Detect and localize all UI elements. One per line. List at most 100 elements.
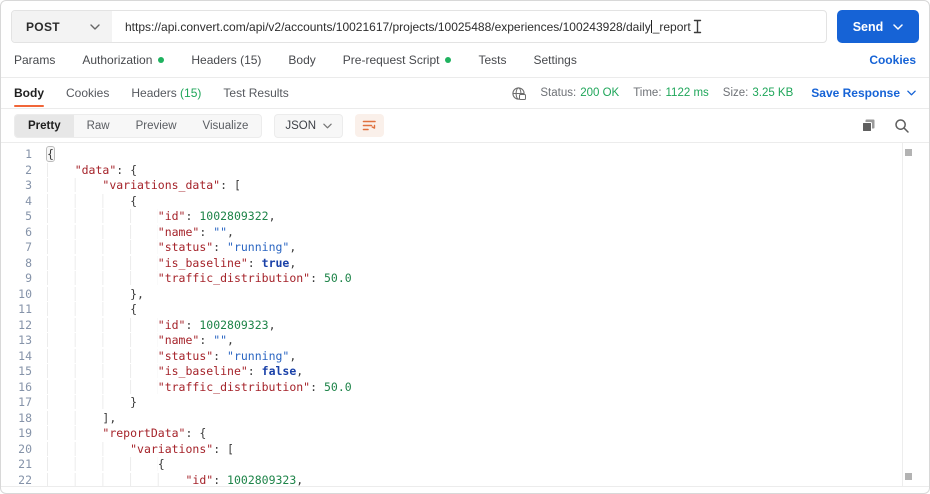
request-tab-authorization[interactable]: Authorization: [82, 53, 165, 67]
method-dropdown[interactable]: POST: [12, 11, 112, 42]
response-body-toolbar: Pretty Raw Preview Visualize JSON: [1, 109, 929, 142]
response-tab-headers[interactable]: Headers (15): [131, 79, 201, 107]
line-number: 18: [18, 410, 32, 425]
stat-value: 1122 ms: [665, 87, 709, 99]
code-line-content: },: [47, 286, 144, 303]
line-number: 8: [25, 255, 32, 270]
line-number: 7: [25, 240, 32, 254]
code-line: 2 "data": {: [1, 162, 929, 179]
url-input[interactable]: https://api.convert.com/api/v2/accounts/…: [112, 11, 826, 42]
code-line: 22 "id": 1002809323,: [1, 472, 929, 487]
view-switcher: Pretty Raw Preview Visualize: [14, 113, 263, 138]
code-line: 17 }: [1, 395, 929, 411]
code-line: 12 "id": 1002809323,: [1, 317, 929, 334]
view-tab-preview[interactable]: Preview: [123, 115, 190, 137]
code-line: 6 "name": "",: [1, 224, 929, 241]
url-text-before-caret: https://api.convert.com/api/v2/accounts/…: [125, 19, 651, 34]
response-tab-body[interactable]: Body: [14, 79, 44, 107]
response-tab-label: Test Results: [223, 86, 289, 100]
view-tab-visualize[interactable]: Visualize: [190, 115, 262, 137]
line-number: 13: [18, 333, 32, 347]
request-url-row: POST https://api.convert.com/api/v2/acco…: [1, 1, 929, 43]
save-response-button[interactable]: Save Response: [811, 86, 916, 100]
save-response-label: Save Response: [811, 86, 900, 100]
request-tabs-row: Params Authorization Headers (15) Body Pre-r…: [1, 43, 929, 78]
code-line: 10 },: [1, 286, 929, 303]
request-tab-label: Tests: [478, 53, 507, 67]
code-line: 21 {: [1, 457, 929, 473]
code-line-content: {: [47, 457, 165, 473]
code-line-content: "is_baseline": false,: [47, 364, 303, 380]
line-number: 9: [25, 271, 32, 285]
scrollbar-thumb-top[interactable]: [905, 149, 912, 156]
code-line-content: "data": {: [47, 162, 137, 179]
code-line-content: }: [47, 395, 137, 411]
code-line: 5 "id": 1002809322,: [1, 209, 929, 225]
code-line-content: "id": 1002809323,: [47, 472, 303, 486]
stat-time: Time: 1122 ms: [633, 87, 709, 99]
code-line-content: "is_baseline": true,: [47, 255, 296, 272]
code-line-content: "id": 1002809322,: [47, 209, 276, 225]
request-tab-tests[interactable]: Tests: [478, 53, 506, 67]
code-line-content: {: [47, 302, 137, 318]
response-tab-label: Body: [14, 86, 44, 100]
search-button[interactable]: [894, 118, 910, 134]
scrollbar-thumb-bottom[interactable]: [905, 473, 912, 480]
code-line-content: ],: [47, 410, 116, 427]
response-body-panel: 1{2 "data": {3 "variations_data": [4 {5 …: [1, 142, 929, 487]
chevron-down-icon: [907, 90, 916, 96]
request-tabs: Params Authorization Headers (15) Body Pre-r…: [14, 53, 869, 67]
json-response-viewer[interactable]: 1{2 "data": {3 "variations_data": [4 {5 …: [1, 143, 929, 487]
stat-label: Size:: [722, 87, 749, 99]
response-tab-cookies[interactable]: Cookies: [66, 79, 109, 107]
code-line: 18 ],: [1, 410, 929, 427]
code-line: 16 "traffic_distribution": 50.0: [1, 379, 929, 396]
scrollbar[interactable]: [902, 143, 913, 486]
request-tab-pre-request-script[interactable]: Pre-request Script: [343, 53, 452, 67]
code-line-content: "id": 1002809323,: [47, 317, 276, 334]
code-line-content: {: [46, 146, 55, 162]
send-button[interactable]: Send: [837, 10, 919, 43]
request-tab-settings[interactable]: Settings: [534, 53, 577, 67]
request-tab-headers-15[interactable]: Headers (15): [191, 53, 261, 67]
view-tab-raw[interactable]: Raw: [74, 115, 123, 137]
line-number: 20: [18, 441, 32, 456]
code-line: 20 "variations": [: [1, 441, 929, 458]
stat-label: Time:: [633, 87, 662, 99]
code-line-content: "traffic_distribution": 50.0: [47, 271, 352, 287]
code-line: 1{: [1, 146, 929, 163]
chevron-down-icon: [323, 123, 332, 128]
response-tab-test-results[interactable]: Test Results: [223, 79, 288, 107]
copy-button[interactable]: [861, 118, 876, 133]
method-label: POST: [26, 19, 60, 34]
wrap-text-button[interactable]: [355, 114, 385, 137]
line-number: 16: [18, 379, 32, 394]
code-line-content: "reportData": {: [47, 426, 206, 442]
code-line-content: "traffic_distribution": 50.0: [47, 379, 352, 396]
ibeam-cursor-icon: [693, 19, 701, 34]
request-tab-label: Authorization: [82, 53, 153, 67]
response-stats: Status: 200 OK Time: 1122 ms Size: 3.25 KB Sa…: [511, 86, 916, 101]
line-number: 19: [18, 426, 32, 440]
response-tab-label: Headers: [131, 86, 177, 100]
cookies-link[interactable]: Cookies: [869, 53, 916, 67]
code-line-content: "variations": [: [47, 441, 234, 458]
request-tab-label: Settings: [533, 53, 577, 67]
code-line-content: "status": "running",: [47, 240, 296, 256]
request-tab-label: Pre-request Script: [342, 53, 440, 67]
request-tab-params[interactable]: Params: [14, 53, 55, 67]
chevron-down-icon: [893, 23, 904, 30]
request-tab-body[interactable]: Body: [288, 53, 315, 67]
view-tab-pretty[interactable]: Pretty: [15, 114, 74, 137]
request-tab-label: Body: [288, 53, 316, 67]
language-label: JSON: [285, 119, 317, 132]
stat-value: 200 OK: [580, 87, 620, 99]
language-dropdown[interactable]: JSON: [274, 113, 344, 138]
code-line: 9 "traffic_distribution": 50.0: [1, 271, 929, 287]
line-number: 5: [25, 209, 32, 223]
green-dot-icon: [158, 57, 165, 63]
code-line-content: {: [47, 193, 137, 210]
line-number: 22: [18, 472, 32, 487]
code-line: 19 "reportData": {: [1, 426, 929, 442]
code-line: 14 "status": "running",: [1, 348, 929, 365]
